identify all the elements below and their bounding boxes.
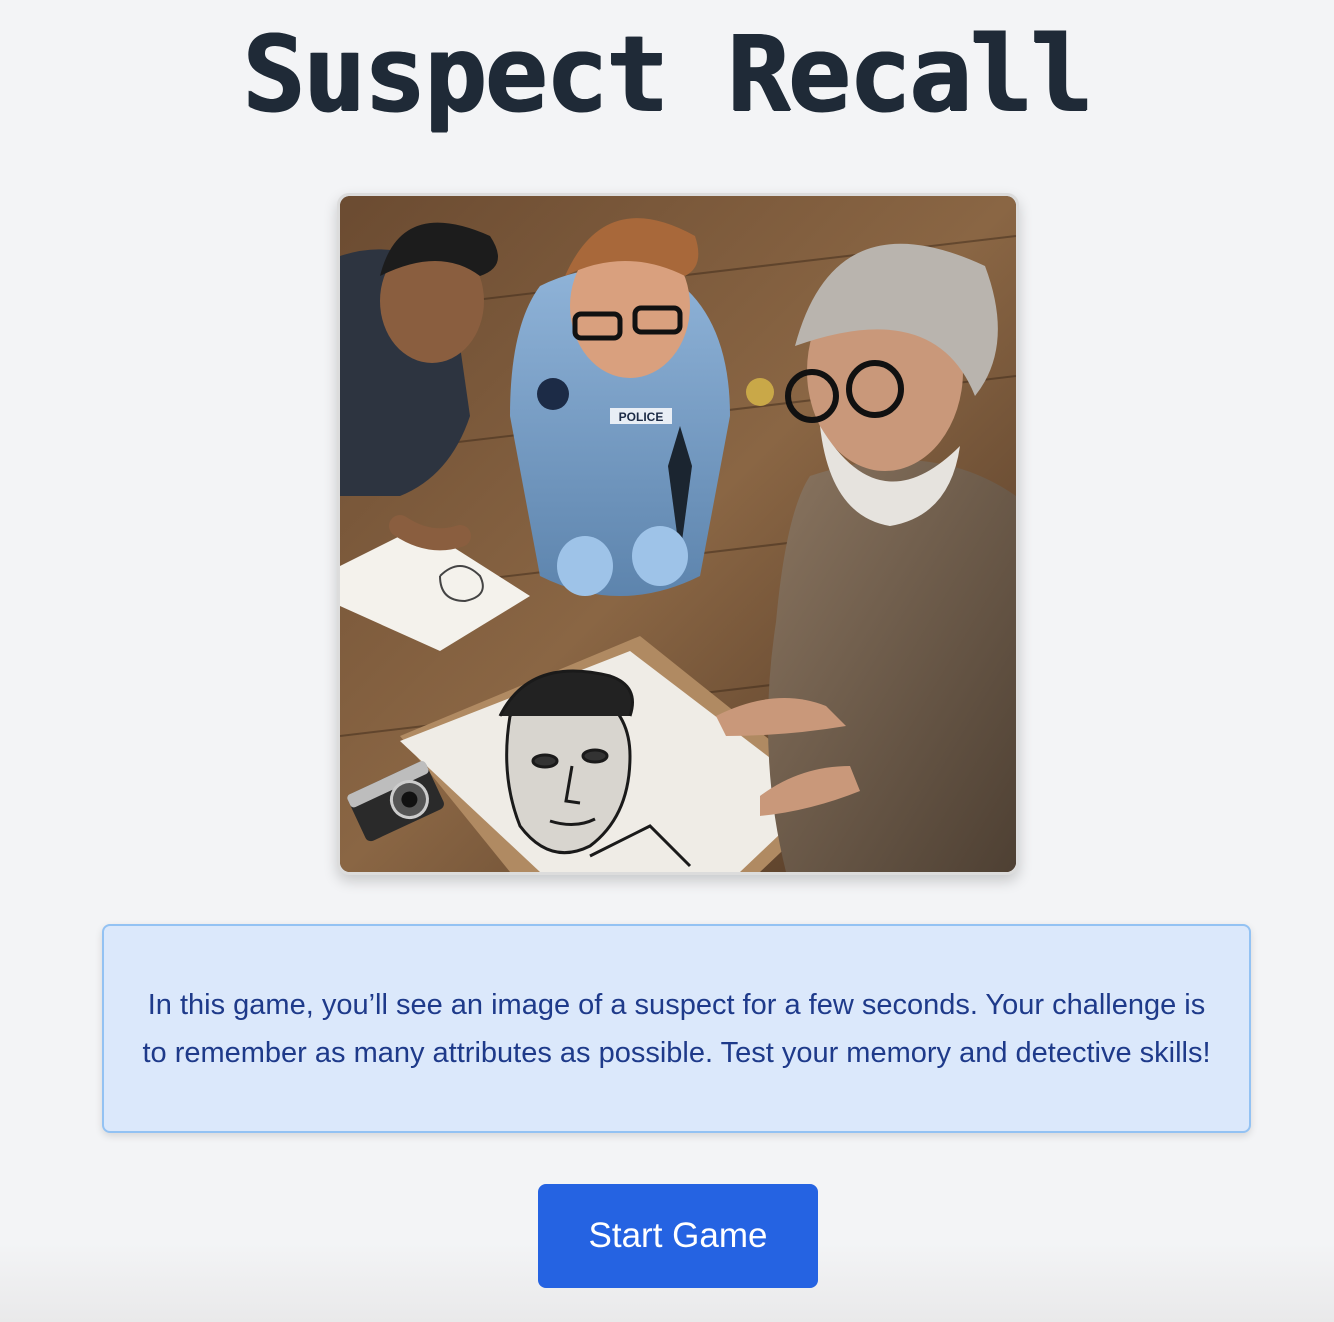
police-badge-text: POLICE (619, 410, 664, 424)
instructions-panel: In this game, you’ll see an image of a s… (102, 924, 1251, 1133)
instructions-text: In this game, you’ll see an image of a s… (142, 988, 1211, 1069)
page-title: Suspect Recall (242, 13, 1094, 135)
start-game-button[interactable]: Start Game (538, 1184, 818, 1288)
hero-image: POLICE (340, 196, 1016, 872)
forensic-sketch-illustration: POLICE (340, 196, 1016, 872)
page: Suspect Recall POLICE In this game, you’… (0, 0, 1334, 1322)
